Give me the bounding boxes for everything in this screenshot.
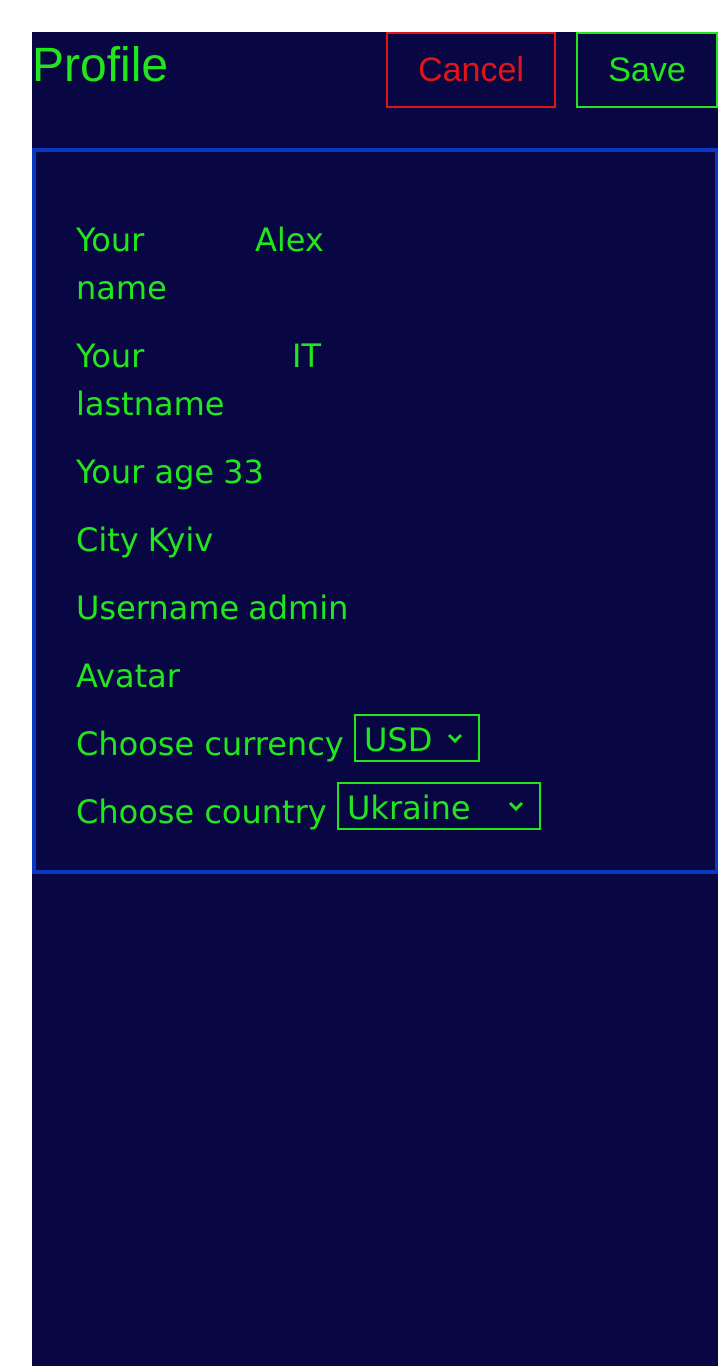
chevron-down-icon — [447, 733, 463, 744]
profile-form: Your name Alex Your lastname IT Your age… — [32, 148, 718, 874]
lastname-row: Your lastname IT — [76, 332, 321, 428]
name-row: Your name Alex — [76, 216, 324, 312]
lastname-value[interactable]: IT — [292, 332, 321, 380]
username-value[interactable]: admin — [248, 589, 348, 627]
age-label: Your age — [76, 453, 215, 491]
country-row: Choose country Ukraine — [76, 782, 541, 836]
chevron-down-icon — [508, 801, 524, 812]
name-value[interactable]: Alex — [255, 216, 324, 264]
save-button[interactable]: Save — [576, 32, 718, 108]
lastname-label: Your lastname — [76, 337, 225, 423]
cancel-button[interactable]: Cancel — [386, 32, 556, 108]
profile-screen: Profile Cancel Save Your name Alex Your … — [32, 32, 718, 1366]
currency-row: Choose currency USD — [76, 714, 480, 768]
username-label: Username — [76, 589, 240, 627]
country-select[interactable]: Ukraine — [337, 782, 541, 830]
currency-label: Choose currency — [76, 725, 344, 763]
username-row: Username admin — [76, 584, 348, 632]
avatar-label: Avatar — [76, 657, 180, 695]
name-label: Your name — [76, 221, 167, 307]
city-row: City Kyiv — [76, 516, 213, 564]
age-row: Your age 33 — [76, 448, 264, 496]
avatar-row: Avatar — [76, 652, 180, 700]
page-title: Profile — [32, 39, 169, 92]
country-label: Choose country — [76, 793, 327, 831]
age-value[interactable]: 33 — [223, 453, 264, 491]
city-label: City — [76, 521, 139, 559]
city-value[interactable]: Kyiv — [148, 521, 213, 559]
currency-selected-value: USD — [364, 721, 433, 759]
country-selected-value: Ukraine — [347, 789, 471, 827]
currency-select[interactable]: USD — [354, 714, 480, 762]
